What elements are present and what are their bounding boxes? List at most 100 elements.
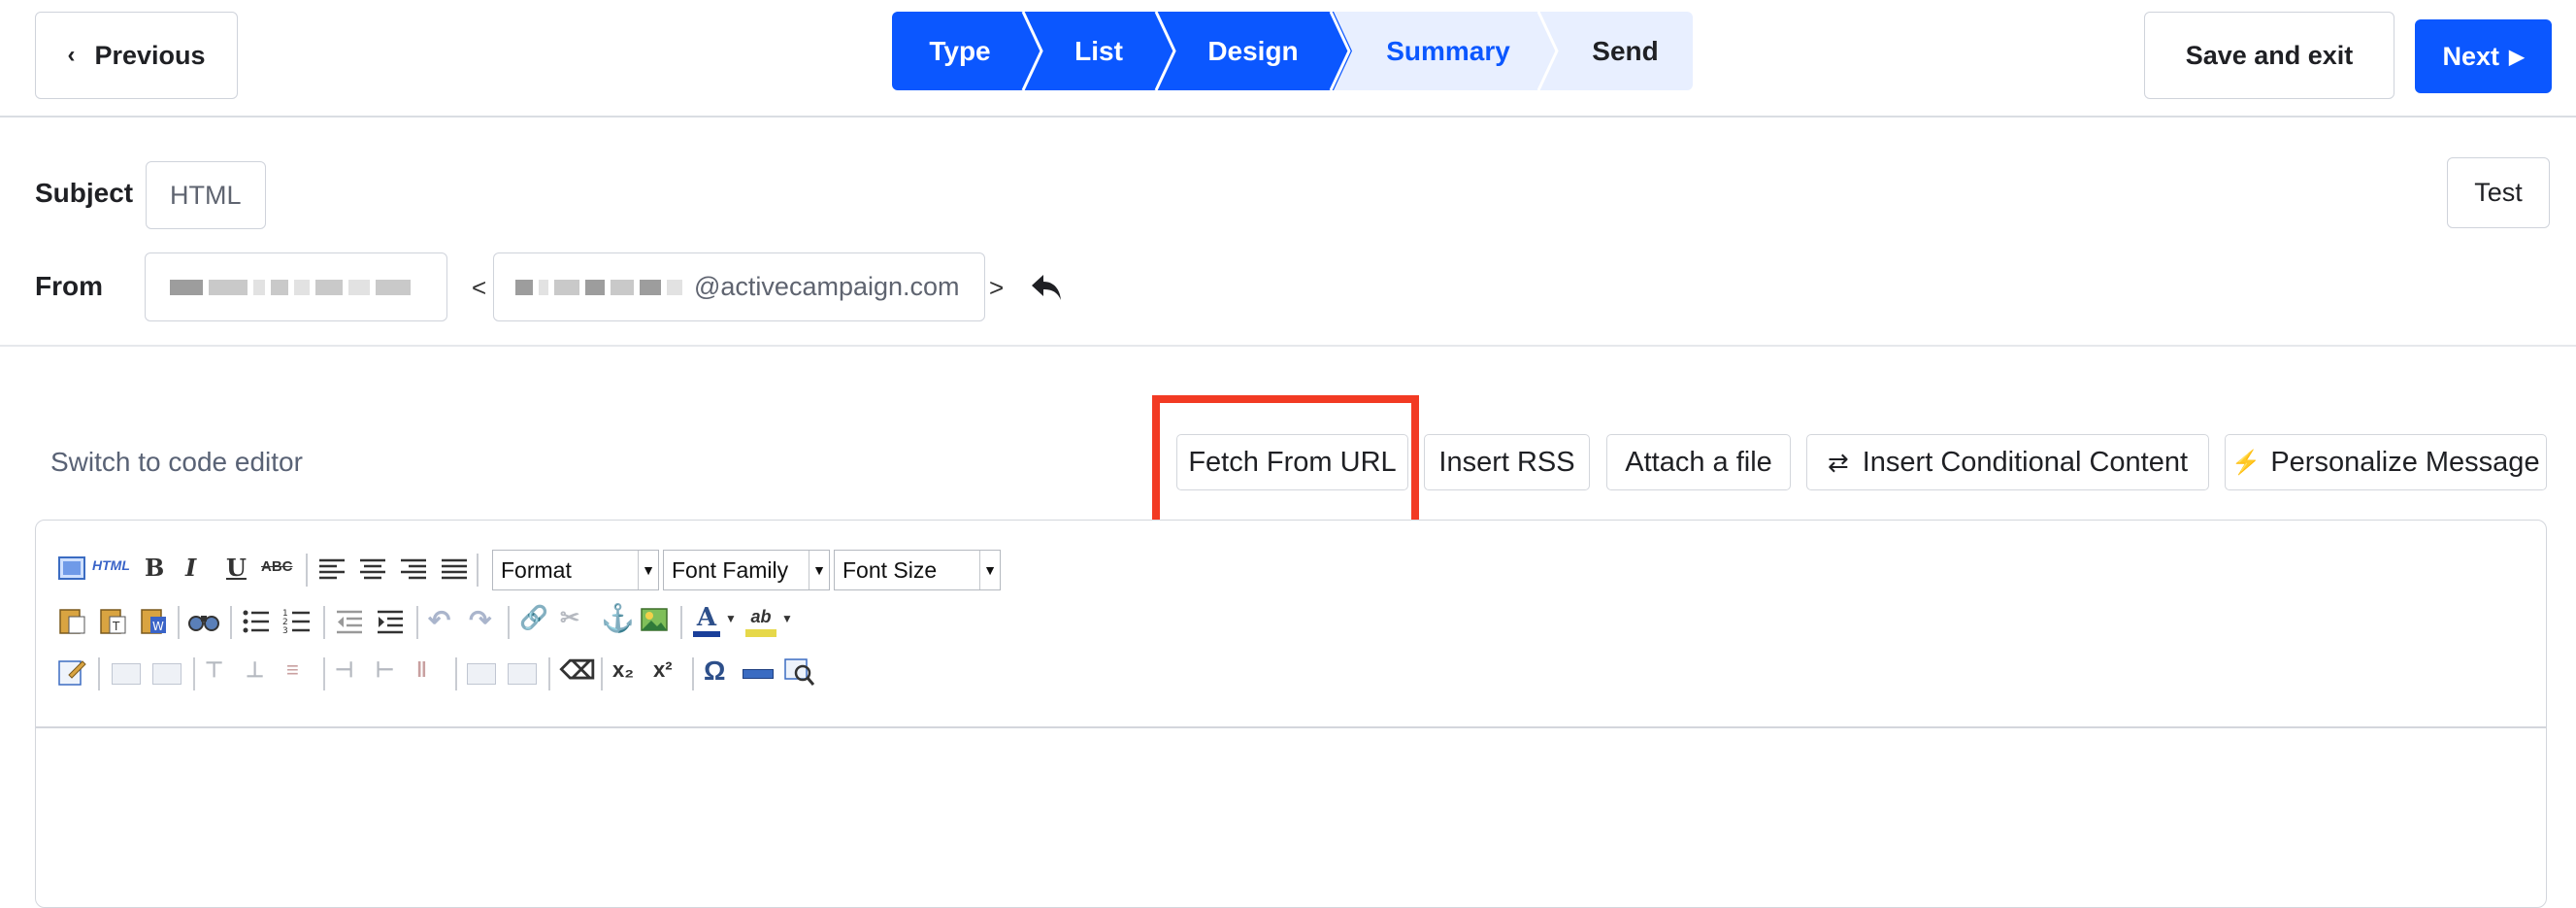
unlink-icon[interactable]: ✂ [560,604,579,632]
toolbar-row-3: ⊤ ⊥ ≡ ⊣ ⊢ ‖ ⌫ x₂ x² Ω [57,654,1028,692]
split-cells-icon[interactable] [467,663,496,685]
step-design[interactable]: Design [1170,12,1337,90]
align-justify-icon[interactable] [440,557,469,583]
highlight-annotation [1152,395,1419,532]
edit-source-icon[interactable] [57,657,86,687]
svg-text:T: T [112,620,120,633]
step-summary[interactable]: Summary [1356,12,1540,90]
toolbar-separator [98,657,100,690]
delete-row-icon[interactable]: ≡ [286,657,299,683]
redo-icon[interactable]: ↷ [469,604,491,636]
fullscreen-icon[interactable] [57,554,86,583]
link-icon[interactable]: 🔗 [519,604,548,632]
dropdown-arrow-icon: ▼ [979,551,1000,589]
step-list[interactable]: List [1036,12,1162,90]
header-divider [0,116,2576,118]
find-icon[interactable] [187,608,220,635]
insert-rss-button[interactable]: Insert RSS [1424,434,1590,490]
bold-icon[interactable]: B [145,554,164,582]
image-icon[interactable] [640,606,669,635]
reply-arrow-icon[interactable] [1030,271,1063,304]
background-color-icon[interactable]: ab [744,602,777,639]
bullet-list-icon[interactable] [242,608,271,635]
paste-word-icon[interactable]: W [139,606,168,635]
wysiwyg-editor[interactable]: HTML B I U ABC Format ▼ Font Family ▼ Fo… [35,520,2547,908]
previous-label: Previous [94,40,206,70]
caret-right-icon: ▶ [2509,46,2525,68]
toolbar-row-2: T W 123 ↶ ↷ 🔗 ✂ ⚓ A ▼ ab ▼ [57,602,1028,641]
undo-icon[interactable]: ↶ [428,604,450,636]
from-name-input[interactable] [145,252,447,321]
horizontal-rule-icon[interactable] [743,669,774,679]
toolbar-separator [306,554,308,587]
insert-conditional-content-button[interactable]: ⇄ Insert Conditional Content [1806,434,2209,490]
from-email-input[interactable]: @activecampaign.com [493,252,985,321]
redacted-name [170,279,416,295]
test-button[interactable]: Test [2447,157,2550,228]
redacted-email-user [515,279,688,295]
toolbar-separator [323,606,325,639]
toolbar-separator [601,657,603,690]
anchor-icon[interactable]: ⚓ [601,602,635,634]
preview-icon[interactable] [783,657,814,687]
subject-input[interactable]: HTML [146,161,266,229]
numbered-list-icon[interactable]: 123 [282,608,312,635]
save-and-exit-button[interactable]: Save and exit [2144,12,2394,99]
underline-icon[interactable]: U [226,554,247,582]
lightning-icon: ⚡ [2231,449,2262,476]
outdent-icon[interactable] [335,608,364,635]
font-size-select[interactable]: Font Size ▼ [834,550,1001,590]
step-type[interactable]: Type [892,12,1028,90]
eraser-icon[interactable]: ⌫ [560,656,596,686]
swap-arrows-icon: ⇄ [1827,447,1849,477]
dropdown-arrow-icon: ▼ [809,551,829,589]
chevron-left-icon: ‹ [67,42,76,68]
subject-label: Subject [35,178,134,208]
format-select[interactable]: Format ▼ [492,550,659,590]
table-row-props-icon[interactable] [112,663,141,685]
toolbar-separator [323,657,325,690]
background-color-dropdown-icon[interactable]: ▼ [781,612,793,625]
email-open-bracket: < [472,273,487,302]
font-color-dropdown-icon[interactable]: ▼ [725,612,737,625]
insert-col-before-icon[interactable]: ⊣ [335,657,353,683]
toolbar-separator [692,657,694,690]
italic-icon[interactable]: I [185,554,196,582]
paste-icon[interactable] [57,606,86,635]
subscript-icon[interactable]: x₂ [612,657,634,683]
next-button[interactable]: Next ▶ [2415,19,2552,93]
font-family-select[interactable]: Font Family ▼ [663,550,830,590]
align-center-icon[interactable] [358,557,387,583]
superscript-icon[interactable]: x² [653,657,673,683]
dropdown-arrow-icon: ▼ [638,551,658,589]
align-right-icon[interactable] [399,557,428,583]
delete-col-icon[interactable]: ‖ [416,657,427,683]
attach-file-button[interactable]: Attach a file [1606,434,1791,490]
table-cell-props-icon[interactable] [152,663,182,685]
toolbar-separator [455,657,457,690]
switch-to-code-editor-link[interactable]: Switch to code editor [50,447,303,478]
personalize-message-button[interactable]: ⚡ Personalize Message [2225,434,2547,490]
insert-col-after-icon[interactable]: ⊢ [376,657,394,683]
paste-text-icon[interactable]: T [98,606,127,635]
toolbar-separator [230,606,232,639]
special-character-icon[interactable]: Ω [704,656,725,687]
step-send[interactable]: Send [1558,12,1693,90]
toolbar-separator [416,606,418,639]
toolbar-separator [680,606,682,639]
html-source-icon[interactable]: HTML [92,557,130,573]
from-label: From [35,271,103,301]
toolbar-separator [548,657,550,690]
wizard-stepper: Type List Design Summary Send [892,0,1693,102]
toolbar-separator [193,657,195,690]
indent-icon[interactable] [376,608,405,635]
insert-row-after-icon[interactable]: ⊥ [246,657,264,683]
merge-cells-icon[interactable] [508,663,537,685]
svg-text:W: W [152,620,164,633]
strikethrough-icon[interactable]: ABC [261,558,293,575]
insert-row-before-icon[interactable]: ⊤ [205,657,223,683]
align-left-icon[interactable] [317,557,347,583]
font-color-icon[interactable]: A [692,602,721,639]
toolbar-separator [178,606,180,639]
previous-button[interactable]: ‹ Previous [35,12,238,99]
